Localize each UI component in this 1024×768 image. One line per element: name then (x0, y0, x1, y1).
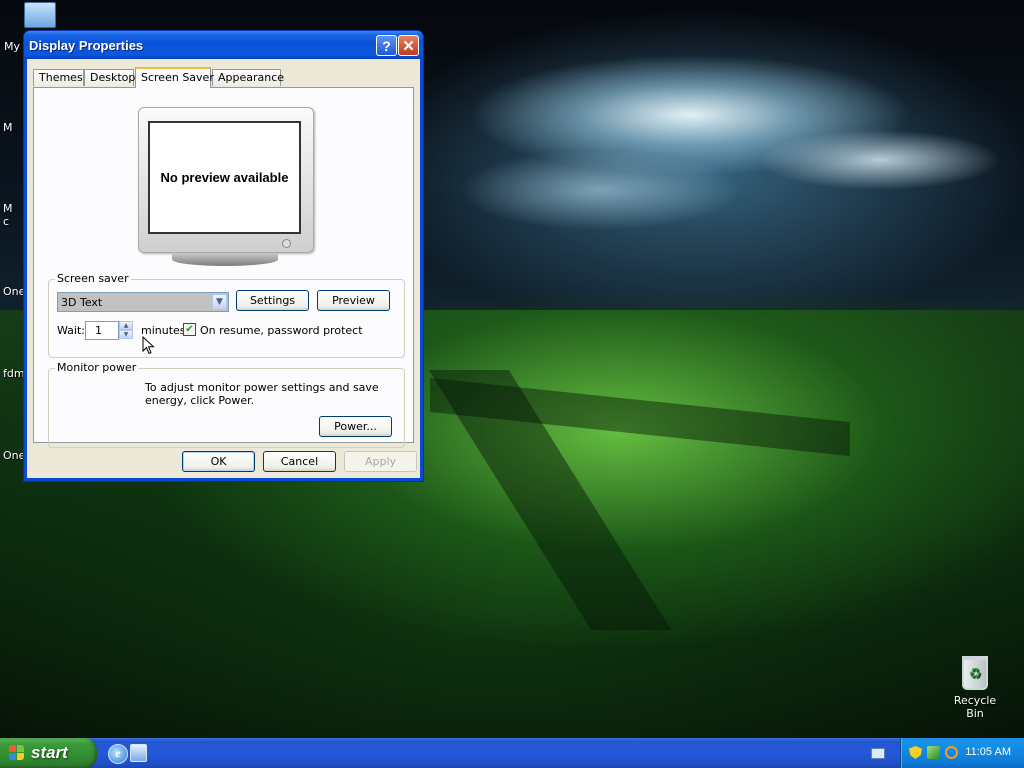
start-button[interactable]: start (0, 738, 97, 768)
windows-logo-icon (9, 745, 25, 761)
preview-button[interactable]: Preview (317, 290, 390, 311)
security-shield-icon[interactable] (909, 746, 922, 759)
monitor-power-group: Monitor power To adjust monitor power se… (48, 361, 405, 448)
show-desktop-icon[interactable] (130, 744, 147, 762)
tab-themes[interactable]: Themes (33, 69, 84, 86)
desktop-icon-label: Recycle Bin (953, 694, 997, 720)
desktop-icon-partial[interactable]: fdm (3, 367, 25, 380)
preview-screen: No preview available (148, 121, 301, 234)
tab-screen-saver[interactable]: Screen Saver (135, 67, 214, 88)
title-bar[interactable]: Display Properties ? ✕ (24, 31, 423, 59)
network-icon[interactable] (927, 746, 940, 759)
monitor-preview: No preview available (138, 107, 314, 253)
wait-minutes-stepper[interactable]: ▲ ▼ (119, 321, 133, 340)
password-protect-checkbox[interactable]: ✔ (183, 323, 196, 336)
search-icon[interactable] (945, 746, 958, 759)
desktop-icon-partial[interactable]: M (3, 121, 13, 134)
apply-button: Apply (344, 451, 417, 472)
dialog-client-area: Themes Desktop Screen Saver Appearance N… (27, 59, 420, 478)
window-title: Display Properties (29, 38, 144, 53)
password-protect-label[interactable]: On resume, password protect (200, 324, 363, 337)
wait-label: Wait: (57, 324, 85, 337)
desktop-icon-partial[interactable]: M (3, 202, 13, 215)
keyboard-icon[interactable] (871, 748, 885, 759)
help-icon: ? (382, 37, 391, 54)
monitor-power-led-icon (282, 239, 291, 248)
system-tray: 11:05 AM (900, 738, 1024, 768)
chevron-down-icon[interactable]: ▼ (212, 294, 227, 310)
computer-icon (24, 2, 56, 28)
help-button[interactable]: ? (376, 35, 397, 56)
display-properties-window: Display Properties ? ✕ Themes Desktop Sc… (23, 30, 424, 482)
screen-saver-dropdown[interactable]: 3D Text ▼ (57, 292, 229, 312)
preview-message: No preview available (160, 170, 289, 185)
start-label: start (31, 743, 68, 762)
cancel-button[interactable]: Cancel (263, 451, 336, 472)
tab-appearance[interactable]: Appearance (212, 69, 284, 86)
clock[interactable]: 11:05 AM (965, 746, 1011, 758)
screen-saver-group: Screen saver 3D Text ▼ Settings Preview … (48, 272, 405, 358)
screen-saver-group-label: Screen saver (55, 272, 131, 285)
desktop-icon-partial[interactable]: c (3, 215, 9, 228)
recycle-bin-icon: ♻ (962, 656, 988, 690)
desktop-icon-recycle-bin[interactable]: ♻ Recycle Bin (945, 656, 1005, 720)
wait-minutes-input[interactable]: 1 (85, 321, 119, 340)
screen-saver-panel: No preview available Screen saver 3D Tex… (33, 87, 414, 448)
spin-up-icon[interactable]: ▲ (119, 321, 133, 330)
monitor-stand (172, 253, 278, 266)
power-button[interactable]: Power... (319, 416, 392, 437)
close-button[interactable]: ✕ (398, 35, 419, 56)
settings-button[interactable]: Settings (236, 290, 309, 311)
monitor-power-description: To adjust monitor power settings and sav… (145, 381, 379, 407)
close-icon: ✕ (402, 37, 415, 55)
tab-desktop[interactable]: Desktop (84, 69, 135, 86)
monitor-power-group-label: Monitor power (55, 361, 139, 374)
screen-saver-selected: 3D Text (61, 296, 103, 309)
ok-button[interactable]: OK (182, 451, 255, 472)
spin-down-icon[interactable]: ▼ (119, 330, 133, 339)
internet-explorer-icon[interactable]: e (108, 744, 128, 764)
